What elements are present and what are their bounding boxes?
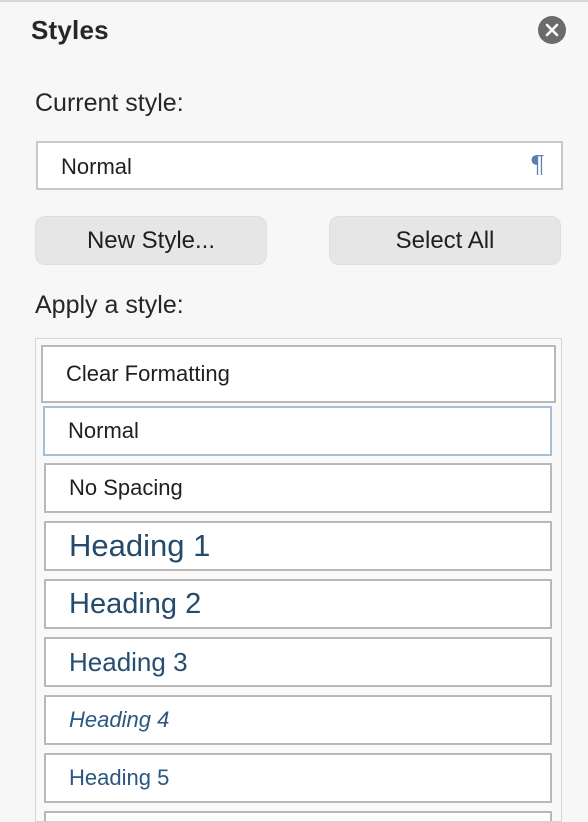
close-button[interactable] (538, 16, 566, 44)
styles-pane: Styles Current style: Normal ¶ New Style… (0, 2, 588, 822)
style-item-label: Heading 4 (69, 707, 170, 732)
style-item-heading-3[interactable]: Heading 3 (44, 637, 552, 687)
style-item-next-partial[interactable] (44, 811, 552, 821)
new-style-button[interactable]: New Style... (35, 216, 267, 265)
current-style-value: Normal (61, 154, 132, 179)
apply-style-label: Apply a style: (35, 291, 184, 319)
style-item-label: Heading 2 (69, 587, 202, 620)
current-style-field[interactable]: Normal ¶ (36, 141, 563, 190)
style-item-heading-5[interactable]: Heading 5 (44, 753, 552, 803)
style-item-clear-formatting[interactable]: Clear Formatting (41, 345, 556, 403)
current-style-label: Current style: (35, 89, 184, 117)
select-all-button[interactable]: Select All (329, 216, 561, 265)
pane-title: Styles (31, 15, 109, 45)
style-item-heading-4[interactable]: Heading 4 (44, 695, 552, 745)
style-item-label: Normal (68, 418, 139, 443)
style-item-heading-2[interactable]: Heading 2 (44, 579, 552, 629)
style-item-label: Clear Formatting (66, 361, 230, 386)
style-item-label: Heading 1 (69, 528, 211, 563)
style-item-normal[interactable]: Normal (43, 406, 552, 456)
style-item-label: Heading 3 (69, 646, 188, 677)
style-item-label: Heading 5 (69, 765, 170, 790)
style-item-label: No Spacing (69, 475, 183, 500)
pilcrow-icon: ¶ (529, 151, 545, 179)
style-item-no-spacing[interactable]: No Spacing (44, 463, 552, 513)
style-item-heading-1[interactable]: Heading 1 (44, 521, 552, 571)
close-icon (545, 23, 559, 37)
style-list[interactable]: Clear Formatting Normal No Spacing Headi… (35, 338, 562, 822)
